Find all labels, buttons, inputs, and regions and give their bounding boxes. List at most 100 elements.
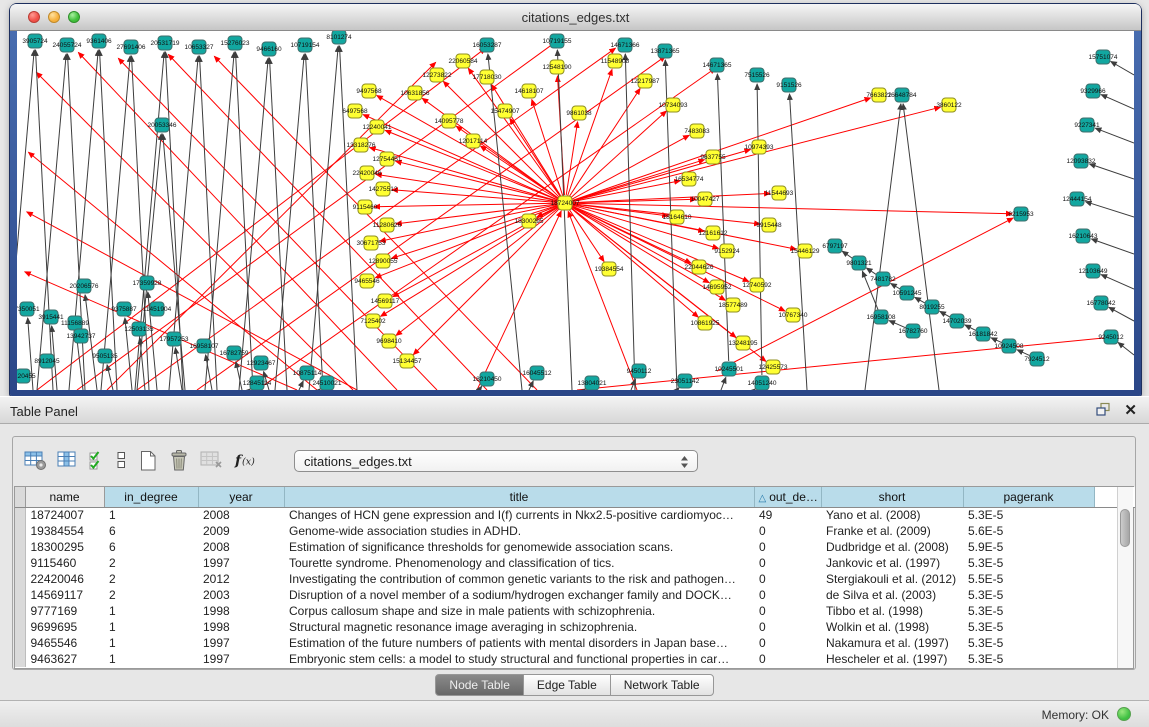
graph-edge[interactable] [721,377,726,390]
graph-node[interactable]: 9361406 [86,34,112,48]
graph-edge[interactable] [568,211,637,390]
delete-column-button[interactable] [168,449,190,473]
graph-node[interactable]: 7515526 [744,68,770,82]
table-cell[interactable]: Estimation of significance thresholds fo… [284,539,754,555]
table-cell[interactable]: 9777169 [25,603,104,619]
table-cell[interactable]: Nakamura et al. (1997) [821,635,963,651]
table-cell[interactable]: 5.3E-5 [963,555,1094,571]
graph-node[interactable]: 12240041 [363,120,392,134]
graph-edge[interactable] [557,50,572,390]
table-cell[interactable]: de Silva et al. (2003) [821,587,963,603]
graph-node[interactable]: 12444154 [1063,192,1092,206]
table-cell[interactable]: 5.6E-5 [963,523,1094,539]
graph-edge[interactable] [991,338,1002,343]
graph-node[interactable]: 12093832 [1067,154,1096,168]
table-cell[interactable]: 5.3E-5 [963,603,1094,619]
citation-network-graph[interactable]: 1872400794975686497568122400411331827612… [17,31,1134,390]
graph-node[interactable]: 9227341 [1074,118,1100,132]
scrollbar-thumb[interactable] [1120,509,1130,547]
graph-node[interactable]: 7350051 [17,302,40,316]
table-vertical-scrollbar[interactable] [1117,487,1133,668]
graph-edge[interactable] [413,209,559,355]
graph-edge[interactable] [754,389,755,390]
table-cell[interactable]: 2008 [198,507,284,523]
graph-edge[interactable] [275,54,304,390]
table-cell[interactable]: 0 [754,603,821,619]
graph-node[interactable]: 9637755 [700,150,726,164]
column-header-name[interactable]: name [25,487,104,507]
graph-node[interactable]: 11544693 [765,186,794,200]
graph-edge[interactable] [915,297,925,303]
graph-edge[interactable] [573,193,770,202]
graph-edge[interactable] [163,134,185,390]
table-cell[interactable]: 9699695 [25,619,104,635]
delete-table-button[interactable] [199,449,224,473]
graph-node[interactable]: 12890055 [369,254,398,268]
graph-edge[interactable] [1090,164,1135,179]
table-cell[interactable]: 5.5E-5 [963,571,1094,587]
graph-edge[interactable] [940,311,950,317]
graph-node[interactable]: 18164610 [663,210,692,224]
graph-node[interactable]: 11280626 [373,218,402,232]
table-cell[interactable]: 1 [104,603,198,619]
graph-edge[interactable] [36,50,54,390]
graph-edge[interactable] [479,386,482,390]
graph-node[interactable]: 9861038 [566,106,592,120]
graph-node[interactable]: 9120455 [17,369,36,383]
memory-indicator[interactable] [1117,707,1131,721]
graph-edge[interactable] [77,42,555,390]
graph-node[interactable]: 10047427 [691,192,720,206]
graph-node[interactable]: 17957253 [160,332,189,346]
graph-edge[interactable] [571,208,698,317]
network-window-titlebar[interactable]: citations_edges.txt [10,4,1141,31]
graph-node[interactable]: 9465546 [354,274,380,288]
graph-edge[interactable] [889,321,906,328]
graph-edge[interactable] [790,94,808,390]
graph-edge[interactable] [569,89,640,197]
graph-edge[interactable] [197,56,665,390]
graph-edge[interactable] [168,55,487,391]
graph-edge[interactable] [568,70,612,196]
graph-node[interactable]: 9115460 [353,200,378,214]
table-cell[interactable]: Investigating the contribution of common… [284,571,754,587]
table-cell[interactable]: 1 [104,635,198,651]
table-cell[interactable]: Franke et al. (2009) [821,523,963,539]
table-cell[interactable]: 49 [754,507,821,523]
graph-node[interactable]: 7924512 [1024,352,1050,366]
table-cell[interactable]: 14569117 [25,587,104,603]
column-header-out_de[interactable]: △out_de… [754,487,821,507]
table-mode-button[interactable] [114,449,128,473]
graph-node[interactable]: 17359928 [133,276,162,290]
table-cell[interactable]: Tourette syndrome. Phenomenology and cla… [284,555,754,571]
graph-edge[interactable] [140,338,145,390]
table-cell[interactable]: 9465546 [25,635,104,651]
table-cell[interactable]: Tibbo et al. (1998) [821,603,963,619]
graph-node[interactable]: 16648784 [888,88,917,102]
graph-node[interactable]: 20206576 [70,279,99,293]
table-cell[interactable]: 1 [104,507,198,523]
table-cell[interactable]: 2012 [198,571,284,587]
tab-edge-table[interactable]: Edge Table [523,674,611,696]
graph-edge[interactable] [374,203,557,207]
graph-node[interactable]: 3860122 [936,98,962,112]
graph-edge[interactable] [965,325,976,330]
table-cell[interactable]: 0 [754,523,821,539]
graph-node[interactable]: 14671365 [703,58,732,72]
table-cell[interactable]: 9463627 [25,651,104,667]
graph-edge[interactable] [572,135,689,199]
graph-node[interactable]: 19384554 [595,262,624,276]
graph-node[interactable]: 12273822 [423,68,452,82]
graph-node[interactable]: 14051240 [748,376,777,390]
column-header-short[interactable]: short [821,487,963,507]
graph-edge[interactable] [867,268,877,275]
table-cell[interactable]: 2008 [198,539,284,555]
graph-node[interactable]: 9245012 [1098,330,1124,344]
column-header-in_degree[interactable]: in_degree [104,487,198,507]
table-cell[interactable]: 5.3E-5 [963,635,1094,651]
table-cell[interactable]: 5.3E-5 [963,507,1094,523]
graph-edge[interactable] [319,389,320,390]
tab-network-table[interactable]: Network Table [610,674,714,696]
graph-node[interactable]: 7125402 [360,314,386,328]
table-cell[interactable]: Corpus callosum shape and size in male p… [284,603,754,619]
graph-node[interactable]: 18577489 [719,298,748,312]
